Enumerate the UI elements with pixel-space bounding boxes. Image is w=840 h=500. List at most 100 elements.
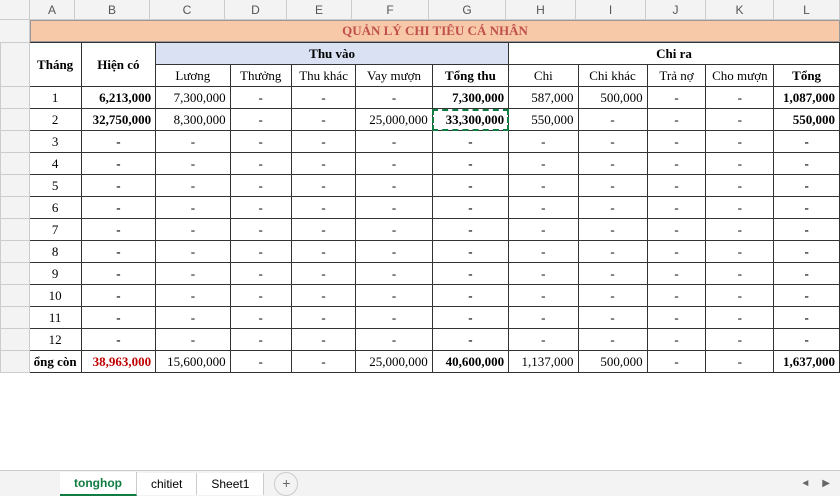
- cell[interactable]: -: [432, 329, 508, 351]
- cell[interactable]: 550,000: [509, 109, 578, 131]
- tab-tonghop[interactable]: tonghop: [60, 472, 137, 496]
- cell[interactable]: [1, 131, 30, 153]
- cell[interactable]: 587,000: [509, 87, 578, 109]
- cell[interactable]: -: [578, 329, 647, 351]
- cell[interactable]: -: [509, 241, 578, 263]
- cell[interactable]: 10: [29, 285, 81, 307]
- cell[interactable]: -: [432, 285, 508, 307]
- cell[interactable]: -: [81, 131, 156, 153]
- cell[interactable]: 7: [29, 219, 81, 241]
- cell[interactable]: -: [706, 87, 774, 109]
- cell[interactable]: -: [432, 241, 508, 263]
- total-tongthu[interactable]: 40,600,000: [432, 351, 508, 373]
- cell[interactable]: -: [774, 263, 840, 285]
- cell[interactable]: -: [156, 175, 231, 197]
- cell[interactable]: -: [578, 131, 647, 153]
- cell[interactable]: -: [706, 241, 774, 263]
- cell[interactable]: -: [81, 153, 156, 175]
- col-header-H[interactable]: H: [506, 0, 576, 19]
- total-thuong[interactable]: -: [230, 351, 291, 373]
- cell[interactable]: -: [356, 241, 432, 263]
- cell[interactable]: 11: [29, 307, 81, 329]
- total-luong[interactable]: 15,600,000: [156, 351, 231, 373]
- cell[interactable]: -: [578, 307, 647, 329]
- cell[interactable]: [1, 285, 30, 307]
- cell[interactable]: [1, 241, 30, 263]
- cell[interactable]: [1, 263, 30, 285]
- cell[interactable]: -: [647, 241, 706, 263]
- cell[interactable]: -: [432, 175, 508, 197]
- cell[interactable]: -: [706, 197, 774, 219]
- cell[interactable]: -: [774, 241, 840, 263]
- cell[interactable]: [1, 197, 30, 219]
- header-thukhac[interactable]: Thu khác: [291, 65, 356, 87]
- total-hienco[interactable]: 38,963,000: [81, 351, 156, 373]
- header-chikhac[interactable]: Chi khác: [578, 65, 647, 87]
- cell[interactable]: -: [706, 109, 774, 131]
- cell[interactable]: -: [291, 241, 356, 263]
- cell[interactable]: -: [578, 109, 647, 131]
- tab-sheet1[interactable]: Sheet1: [197, 473, 264, 495]
- col-header-L[interactable]: L: [774, 0, 840, 19]
- cell[interactable]: -: [356, 285, 432, 307]
- cell[interactable]: 8,300,000: [156, 109, 231, 131]
- cell[interactable]: 4: [29, 153, 81, 175]
- scroll-left-icon[interactable]: ◄: [800, 478, 810, 489]
- cell[interactable]: 12: [29, 329, 81, 351]
- cell[interactable]: -: [356, 175, 432, 197]
- cell[interactable]: -: [706, 175, 774, 197]
- cell[interactable]: -: [509, 307, 578, 329]
- table-row[interactable]: 3-----------: [1, 131, 840, 153]
- cell[interactable]: -: [706, 307, 774, 329]
- cell[interactable]: -: [230, 153, 291, 175]
- cell[interactable]: -: [230, 263, 291, 285]
- table-row[interactable]: 232,750,0008,300,000--25,000,00033,300,0…: [1, 109, 840, 131]
- cell[interactable]: -: [509, 219, 578, 241]
- cell[interactable]: -: [509, 153, 578, 175]
- cell[interactable]: -: [647, 285, 706, 307]
- cell[interactable]: -: [706, 131, 774, 153]
- cell[interactable]: -: [81, 219, 156, 241]
- cell[interactable]: -: [706, 329, 774, 351]
- cell[interactable]: -: [156, 131, 231, 153]
- cell[interactable]: 2: [29, 109, 81, 131]
- cell[interactable]: -: [647, 263, 706, 285]
- cell[interactable]: 8: [29, 241, 81, 263]
- cell[interactable]: -: [291, 109, 356, 131]
- cell[interactable]: -: [647, 87, 706, 109]
- header-vaymuon[interactable]: Vay mượn: [356, 65, 432, 87]
- cell[interactable]: -: [509, 131, 578, 153]
- total-trano[interactable]: -: [647, 351, 706, 373]
- cell[interactable]: -: [578, 175, 647, 197]
- add-sheet-button[interactable]: +: [274, 472, 298, 496]
- cell[interactable]: -: [774, 285, 840, 307]
- cell[interactable]: -: [291, 307, 356, 329]
- col-header-F[interactable]: F: [352, 0, 429, 19]
- cell[interactable]: 6: [29, 197, 81, 219]
- cell[interactable]: -: [509, 329, 578, 351]
- table-row[interactable]: 8-----------: [1, 241, 840, 263]
- cell[interactable]: -: [230, 197, 291, 219]
- cell[interactable]: -: [291, 263, 356, 285]
- cell[interactable]: -: [774, 197, 840, 219]
- cell[interactable]: -: [706, 219, 774, 241]
- cell[interactable]: 7,300,000: [432, 87, 508, 109]
- total-thukhac[interactable]: -: [291, 351, 356, 373]
- cell[interactable]: -: [509, 263, 578, 285]
- cell[interactable]: -: [230, 285, 291, 307]
- table-row[interactable]: 7-----------: [1, 219, 840, 241]
- cell[interactable]: -: [578, 241, 647, 263]
- cell[interactable]: -: [647, 153, 706, 175]
- scroll-right-icon[interactable]: ▶: [822, 478, 830, 489]
- col-header-J[interactable]: J: [646, 0, 706, 19]
- col-header-D[interactable]: D: [225, 0, 287, 19]
- col-header-B[interactable]: B: [75, 0, 150, 19]
- cell[interactable]: -: [291, 329, 356, 351]
- cell[interactable]: -: [356, 153, 432, 175]
- cell[interactable]: -: [647, 175, 706, 197]
- cell[interactable]: -: [706, 285, 774, 307]
- cell[interactable]: [1, 109, 30, 131]
- header-chira[interactable]: Chi ra: [509, 43, 840, 65]
- cell[interactable]: -: [509, 285, 578, 307]
- cell[interactable]: [1, 219, 30, 241]
